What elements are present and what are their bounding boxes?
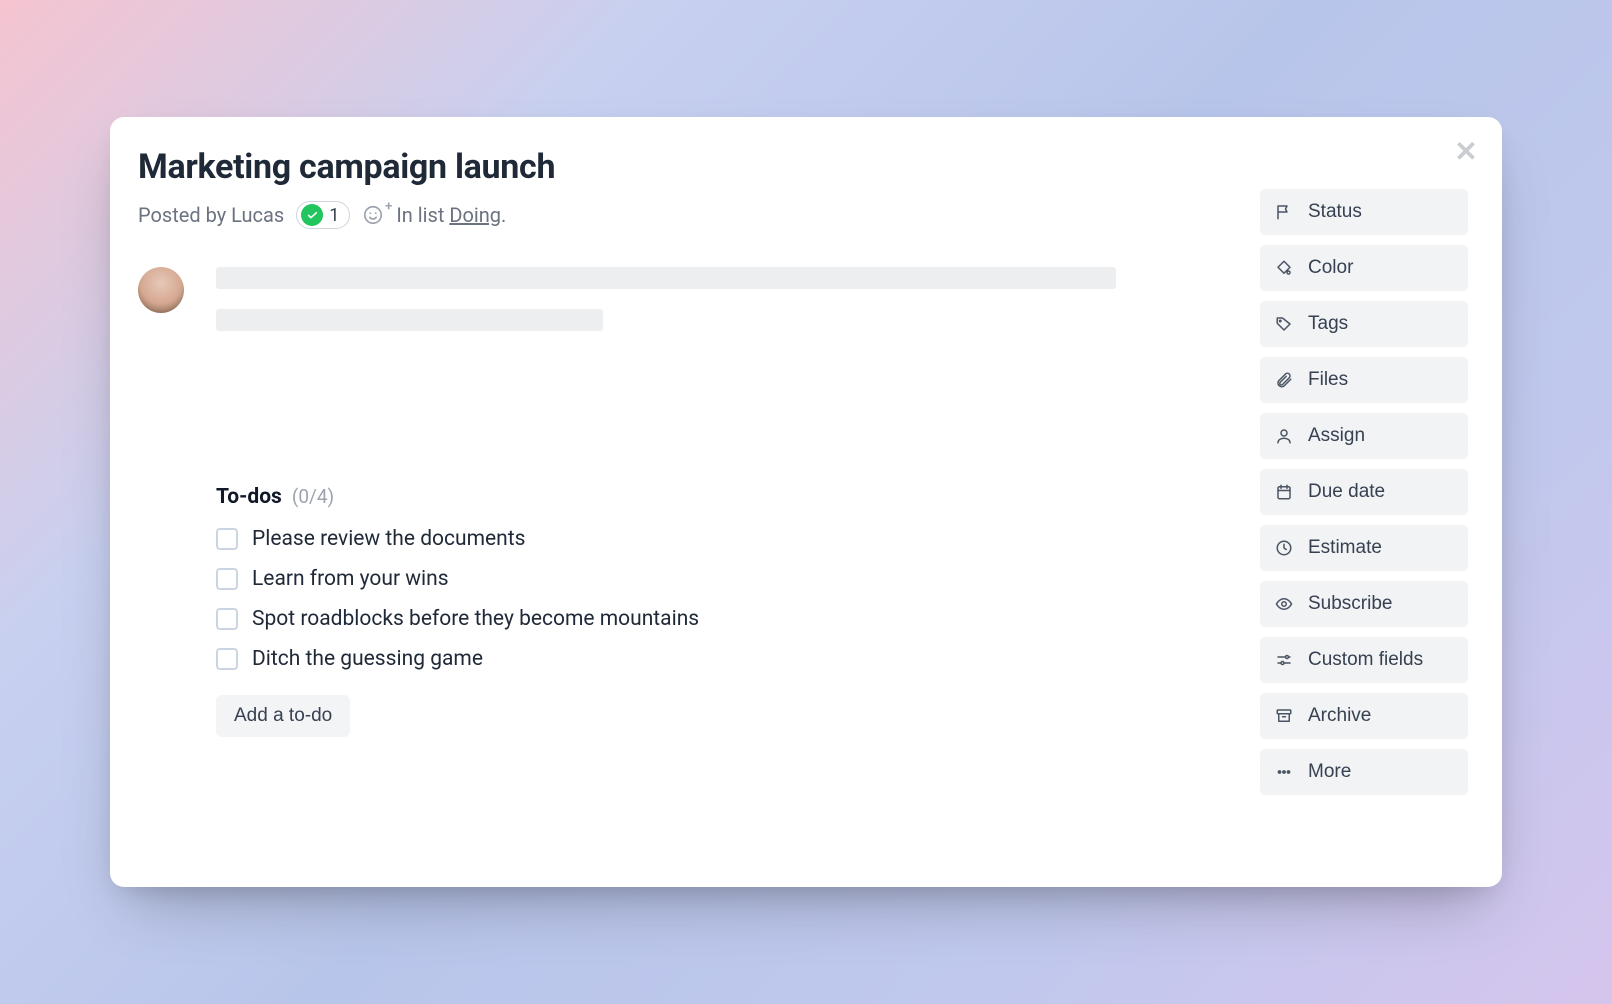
smiley-icon: [362, 204, 384, 226]
close-button[interactable]: ✕: [1450, 135, 1482, 167]
checkbox[interactable]: [216, 528, 238, 550]
archive-icon: [1274, 706, 1294, 726]
add-reaction-button[interactable]: +: [362, 204, 384, 226]
user-icon: [1274, 426, 1294, 446]
list-link[interactable]: Doing: [449, 203, 501, 227]
author-avatar[interactable]: [138, 267, 184, 313]
tags-button[interactable]: Tags: [1260, 301, 1468, 347]
todo-item[interactable]: Learn from your wins: [216, 567, 1260, 591]
task-card: ✕ Marketing campaign launch Posted by Lu…: [110, 117, 1502, 887]
posted-by: Posted by Lucas: [138, 203, 284, 227]
dots-icon: [1274, 762, 1294, 782]
todo-item[interactable]: Ditch the guessing game: [216, 647, 1260, 671]
calendar-icon: [1274, 482, 1294, 502]
color-button[interactable]: Color: [1260, 245, 1468, 291]
todo-label: Learn from your wins: [252, 567, 449, 591]
assign-button[interactable]: Assign: [1260, 413, 1468, 459]
add-todo-button[interactable]: Add a to-do: [216, 695, 350, 737]
checkbox[interactable]: [216, 608, 238, 630]
card-meta: Posted by Lucas 1 + In list Doing.: [138, 201, 1260, 229]
archive-button[interactable]: Archive: [1260, 693, 1468, 739]
card-main: Marketing campaign launch Posted by Luca…: [138, 147, 1260, 859]
due-date-button[interactable]: Due date: [1260, 469, 1468, 515]
todo-item[interactable]: Spot roadblocks before they become mount…: [216, 607, 1260, 631]
eye-icon: [1274, 594, 1294, 614]
description-placeholder[interactable]: [216, 267, 1116, 351]
plus-icon: +: [385, 199, 392, 214]
check-circle-icon: [301, 204, 323, 226]
status-button[interactable]: Status: [1260, 189, 1468, 235]
todos-title: To-dos: [216, 485, 282, 509]
badge-count: 1: [329, 205, 339, 226]
placeholder-line: [216, 309, 603, 331]
todo-label: Please review the documents: [252, 527, 525, 551]
todos-section: To-dos (0/4) Please review the documents…: [216, 485, 1260, 737]
flag-icon: [1274, 202, 1294, 222]
card-sidebar: Status Color Tags Files Assign Due date …: [1260, 189, 1468, 859]
custom-fields-button[interactable]: Custom fields: [1260, 637, 1468, 683]
card-title: Marketing campaign launch: [138, 147, 1260, 187]
paperclip-icon: [1274, 370, 1294, 390]
checkbox[interactable]: [216, 568, 238, 590]
description-row: [138, 267, 1260, 351]
placeholder-line: [216, 267, 1116, 289]
checkbox[interactable]: [216, 648, 238, 670]
completed-badge[interactable]: 1: [296, 201, 350, 229]
todos-count: (0/4): [292, 485, 334, 508]
todo-label: Spot roadblocks before they become mount…: [252, 607, 699, 631]
files-button[interactable]: Files: [1260, 357, 1468, 403]
tag-icon: [1274, 314, 1294, 334]
todo-item[interactable]: Please review the documents: [216, 527, 1260, 551]
close-icon: ✕: [1454, 135, 1477, 168]
estimate-button[interactable]: Estimate: [1260, 525, 1468, 571]
todos-header: To-dos (0/4): [216, 485, 1260, 509]
paint-icon: [1274, 258, 1294, 278]
clock-icon: [1274, 538, 1294, 558]
subscribe-button[interactable]: Subscribe: [1260, 581, 1468, 627]
in-list: In list Doing.: [396, 203, 506, 227]
todo-label: Ditch the guessing game: [252, 647, 483, 671]
sliders-icon: [1274, 650, 1294, 670]
more-button[interactable]: More: [1260, 749, 1468, 795]
